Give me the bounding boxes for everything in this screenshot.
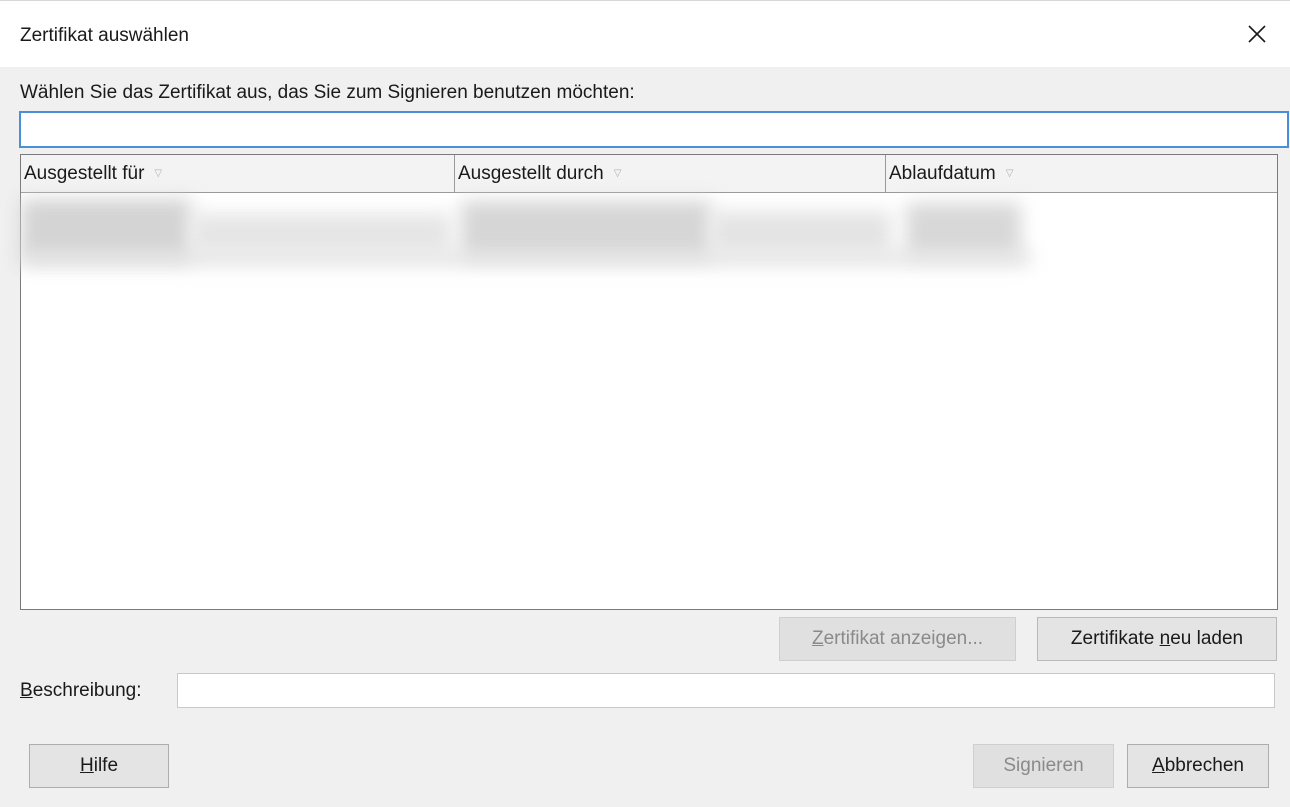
dialog-title: Zertifikat auswählen [20,25,189,46]
button-label-start: Zertifikate [1070,628,1160,649]
label-text: eschreibung: [32,680,142,701]
mnemonic-letter: n [1159,628,1171,649]
reload-certificates-button[interactable]: Zertifikate n eu laden [1037,617,1277,661]
description-label: Beschreibung: [20,680,141,702]
mnemonic-letter: B [20,680,33,701]
column-header-expiry-date[interactable]: Ablaufdatum ▽ [886,155,1277,192]
cancel-button[interactable]: Abbrechen [1127,744,1269,788]
redacted-issued-to-detail [191,213,451,253]
button-label: ertifikat anzeigen... [823,628,984,649]
column-header-label: Ausgestellt für [24,162,145,184]
select-certificate-dialog: Zertifikat auswählen Wählen Sie das Zert… [0,0,1290,807]
redacted-issued-by-detail [711,211,891,253]
column-header-issued-by[interactable]: Ausgestellt durch ▽ [455,155,886,192]
title-bar: Zertifikat auswählen [0,0,1290,67]
column-header-label: Ausgestellt durch [458,162,604,184]
table-header: Ausgestellt für ▽ Ausgestellt durch ▽ Ab… [21,155,1277,193]
button-label: ilfe [93,755,119,776]
certificate-search-input[interactable] [19,111,1289,148]
mnemonic-letter: H [79,755,94,776]
sort-indicator-icon: ▽ [613,168,622,179]
close-button[interactable] [1238,15,1276,53]
certificate-table: Ausgestellt für ▽ Ausgestellt durch ▽ Ab… [20,154,1278,610]
column-header-issued-to[interactable]: Ausgestellt für ▽ [21,155,455,192]
help-button[interactable]: Hilfe [29,744,169,788]
button-label: Signieren [1003,755,1084,776]
instruction-text: Wählen Sie das Zertifikat aus, das Sie z… [20,82,635,103]
button-label: bbrechen [1164,755,1244,776]
button-label-end: eu laden [1170,628,1244,649]
mnemonic-letter: A [1152,755,1165,776]
sign-button[interactable]: Signieren [973,744,1114,788]
description-field[interactable] [177,673,1275,708]
view-certificate-button[interactable]: Zertifikat anzeigen... [779,617,1016,661]
sort-indicator-icon: ▽ [154,168,163,179]
redacted-expiry-date [906,203,1021,257]
mnemonic-letter: Z [811,628,824,649]
row-selection-shade [21,251,1031,265]
table-row[interactable] [21,193,1277,267]
close-icon [1248,25,1266,43]
sort-indicator-icon: ▽ [1005,168,1014,179]
column-header-label: Ablaufdatum [889,162,996,184]
